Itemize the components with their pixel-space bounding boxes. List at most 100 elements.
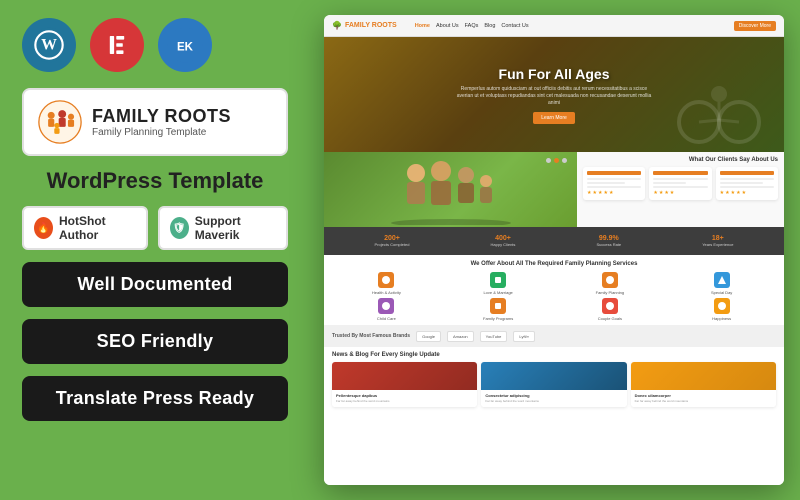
carousel-dots (546, 158, 567, 163)
stat-projects: 200+ Projects Completed (375, 235, 410, 247)
well-documented-btn[interactable]: Well Documented (22, 262, 288, 307)
blog-img-1 (332, 362, 477, 390)
stars-3: ★ ★ ★ ★ ★ (720, 190, 774, 196)
trusted-logo-lyft: Lyft/» (513, 331, 535, 342)
stat-label-clients: Happy Clients (491, 242, 516, 247)
blog-cards: Pellentesque dapibus Far far away behind… (332, 362, 776, 407)
mock-nav-cta[interactable]: Discover More (734, 21, 776, 31)
trusted-logo-youtube: YouTube (480, 331, 508, 342)
star: ★ (725, 190, 729, 196)
plugin-icons-row: W EK (22, 18, 288, 72)
support-badge: 🛡 Support Maverik (158, 206, 288, 250)
service-icon-5 (378, 298, 394, 314)
ecwid-icon: EK (158, 18, 212, 72)
dot-2 (554, 158, 559, 163)
star: ★ (609, 190, 613, 196)
support-label: Support Maverik (195, 214, 276, 242)
nav-blog[interactable]: Blog (484, 23, 495, 29)
star: ★ (736, 190, 740, 196)
star: ★ (593, 190, 597, 196)
blog-card-3: Donec ullamcorper Far far away behind th… (631, 362, 776, 407)
mock-hero-cta[interactable]: Learn More (533, 112, 575, 124)
stat-label-years: Years Experience (702, 242, 733, 247)
card-bar-2 (653, 171, 707, 175)
card-lines-1 (587, 178, 641, 188)
line (653, 178, 707, 180)
blog-content-3: Donec ullamcorper Far far away behind th… (631, 390, 776, 407)
mock-hero-title: Fun For All Ages (499, 66, 610, 82)
service-label-8: Happiness (712, 316, 731, 321)
blog-img-2 (481, 362, 626, 390)
nav-about[interactable]: About Us (436, 23, 459, 29)
mock-brand-name: FAMILY ROOTS (345, 22, 397, 29)
star: ★ (664, 190, 668, 196)
testimonial-card-3: ★ ★ ★ ★ ★ (716, 167, 778, 200)
star: ★ (731, 190, 735, 196)
line (587, 186, 641, 188)
blog-card-2: Consectetur adipiscing Far far away behi… (481, 362, 626, 407)
service-label-1: Health & Activity (372, 290, 401, 295)
blog-img-3 (631, 362, 776, 390)
blog-card-text-3: Far far away behind the word mountains (635, 400, 772, 404)
service-icon-2 (490, 272, 506, 288)
hotshot-badge: 🔥 HotShot Author (22, 206, 148, 250)
star: ★ (670, 190, 674, 196)
blog-card-1: Pellentesque dapibus Far far away behind… (332, 362, 477, 407)
wordpress-icon: W (22, 18, 76, 72)
stat-num-years: 18+ (702, 235, 733, 242)
line (720, 178, 774, 180)
trusted-logo-amazon: Amazon (447, 331, 474, 342)
dot-3 (562, 158, 567, 163)
service-label-4: Special Day (711, 290, 732, 295)
service-4: Special Day (667, 272, 776, 295)
trusted-section: Trusted By Most Famous Brands Google Ama… (324, 325, 784, 347)
nav-faqs[interactable]: FAQs (465, 23, 479, 29)
service-label-5: Child Care (377, 316, 396, 321)
line (587, 178, 641, 180)
service-label-3: Family Planning (596, 290, 624, 295)
stat-years: 18+ Years Experience (702, 235, 733, 247)
brand-box: FAMILY ROOTS Family Planning Template (22, 88, 288, 156)
dot-1 (546, 158, 551, 163)
mock-navbar: 🌳 FAMILY ROOTS Home About Us FAQs Blog C… (324, 15, 784, 37)
stat-label-projects: Projects Completed (375, 242, 410, 247)
translate-press-btn[interactable]: Translate Press Ready (22, 376, 288, 421)
testimonial-cards: ★ ★ ★ ★ ★ (583, 167, 778, 200)
blog-title: News & Blog For Every Single Update (332, 352, 776, 358)
card-lines-2 (653, 178, 707, 188)
service-icon-1 (378, 272, 394, 288)
line (720, 182, 763, 184)
mock-nav-links: Home About Us FAQs Blog Contact Us (415, 23, 529, 29)
stat-label-success: Success Rate (596, 242, 621, 247)
mock-hero-subtitle: Remperlus autom quidusciam at out offici… (454, 86, 654, 107)
services-grid: Health & Activity Love & Marriage Family… (332, 272, 776, 321)
brand-sub: Family Planning Template (92, 127, 231, 138)
service-label-7: Couple Goals (598, 316, 622, 321)
blog-card-title-2: Consectetur adipiscing (485, 393, 622, 398)
star: ★ (653, 190, 657, 196)
stars-1: ★ ★ ★ ★ ★ (587, 190, 641, 196)
service-label-2: Love & Marriage (483, 290, 512, 295)
svg-text:W: W (41, 36, 57, 53)
line (653, 186, 707, 188)
stat-success: 99.9% Success Rate (596, 235, 621, 247)
card-bar-1 (587, 171, 641, 175)
testimonial-card-1: ★ ★ ★ ★ ★ (583, 167, 645, 200)
services-section: We Offer About All The Required Family P… (324, 255, 784, 325)
service-icon-6 (490, 298, 506, 314)
line (720, 186, 774, 188)
mid-section: What Our Clients Say About Us ★ ★ ★ (324, 152, 784, 227)
service-5: Child Care (332, 298, 441, 321)
stat-num-projects: 200+ (375, 235, 410, 242)
badge-row: 🔥 HotShot Author 🛡 Support Maverik (22, 206, 288, 250)
seo-friendly-btn[interactable]: SEO Friendly (22, 319, 288, 364)
mock-hero: Fun For All Ages Remperlus autom quidusc… (324, 37, 784, 152)
nav-home[interactable]: Home (415, 23, 430, 29)
line (587, 182, 625, 184)
card-bar-3 (720, 171, 774, 175)
service-icon-4 (714, 272, 730, 288)
svg-text:EK: EK (177, 41, 194, 53)
nav-contact[interactable]: Contact Us (501, 23, 528, 29)
hotshot-icon: 🔥 (34, 217, 53, 239)
mock-brand: 🌳 FAMILY ROOTS (332, 21, 397, 30)
